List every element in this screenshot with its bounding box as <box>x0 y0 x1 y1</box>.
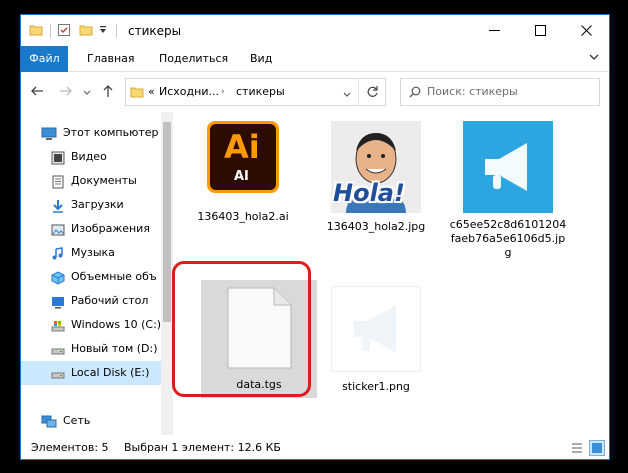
file-name: 136403_hola2.jpg <box>326 220 426 233</box>
selection-info: Выбран 1 элемент: 12.6 КБ <box>124 441 281 454</box>
sidebar-item-drive-d[interactable]: Новый том (D:) <box>21 337 161 361</box>
file-list: Ai AI 136403_hola2.ai Hola! 136403_hola2 <box>173 112 609 435</box>
maximize-button[interactable] <box>517 15 563 46</box>
forward-arrow-icon[interactable] <box>59 84 73 101</box>
title-bar: стикеры <box>21 15 609 46</box>
chevron-right-icon[interactable]: › <box>221 87 225 97</box>
megaphone-thumbnail-icon <box>463 121 553 213</box>
details-view-icon[interactable] <box>569 440 585 456</box>
breadcrumb-segment[interactable]: стикеры <box>236 85 285 98</box>
file-name: sticker1.png <box>342 380 410 393</box>
folder-icon <box>29 23 43 40</box>
up-arrow-icon[interactable] <box>101 84 115 101</box>
sidebar-item-video[interactable]: Видео <box>21 145 161 169</box>
navigation-bar: « Исходни... › стикеры Поиск: стикеры <box>21 72 609 112</box>
documents-folder-icon <box>51 174 65 193</box>
separator <box>116 24 117 38</box>
address-dropdown-icon[interactable] <box>343 89 351 102</box>
back-arrow-icon[interactable] <box>30 84 44 101</box>
illustrator-file-icon: Ai AI <box>207 121 279 193</box>
properties-icon[interactable] <box>57 23 71 40</box>
sidebar-item-this-pc[interactable]: Этот компьютер <box>21 121 161 145</box>
file-item[interactable]: Ai AI 136403_hola2.ai <box>188 118 298 268</box>
3d-objects-icon <box>51 270 65 289</box>
image-thumbnail: Hola! <box>331 121 421 213</box>
explorer-window: стикеры Файл Главная Поделиться Вид « Ис… <box>20 14 610 460</box>
expand-ribbon-icon[interactable] <box>589 52 599 65</box>
tab-file[interactable]: Файл <box>21 46 68 72</box>
sidebar-item-3d-objects[interactable]: Объемные объ <box>21 265 161 289</box>
address-bar[interactable]: « Исходни... › стикеры <box>125 78 386 106</box>
close-button[interactable] <box>563 15 609 46</box>
video-folder-icon <box>51 150 65 169</box>
drive-d-icon <box>51 342 65 361</box>
sidebar-item-drive-e[interactable]: Local Disk (E:) <box>21 361 161 385</box>
minimize-icon <box>488 30 500 31</box>
file-item[interactable]: sticker1.png <box>321 280 431 430</box>
sidebar-item-pictures[interactable]: Изображения <box>21 217 161 241</box>
search-icon <box>409 86 421 101</box>
tab-home[interactable]: Главная <box>77 46 145 72</box>
file-name: 136403_hola2.ai <box>197 210 289 223</box>
refresh-icon[interactable] <box>366 85 379 101</box>
pictures-folder-icon <box>51 222 65 241</box>
sidebar-item-music[interactable]: Музыка <box>21 241 161 265</box>
close-icon <box>580 25 592 36</box>
scrollbar-thumb[interactable] <box>163 122 171 322</box>
sidebar-item-documents[interactable]: Документы <box>21 169 161 193</box>
file-item[interactable]: c65ee52c8d6101204faeb76a5e6106d5.jpg <box>450 118 566 268</box>
search-box[interactable]: Поиск: стикеры <box>400 78 600 106</box>
drive-c-icon <box>51 318 65 337</box>
downloads-icon <box>51 198 65 217</box>
maximize-icon <box>534 25 546 36</box>
file-item-selected[interactable]: data.tgs <box>201 280 317 398</box>
sidebar-item-network[interactable]: Сеть <box>21 409 161 433</box>
search-input[interactable]: Поиск: стикеры <box>427 85 518 98</box>
sticker-thumbnail-icon <box>331 286 421 372</box>
customize-toolbar-icon[interactable] <box>98 25 108 38</box>
recent-locations-icon[interactable] <box>83 87 91 100</box>
folder-icon <box>130 85 144 102</box>
tab-share[interactable]: Поделиться <box>149 46 238 72</box>
new-folder-icon[interactable] <box>79 23 93 40</box>
address-overflow[interactable]: « <box>148 85 155 98</box>
sidebar-scrollbar[interactable] <box>161 112 173 435</box>
generic-file-icon <box>226 287 292 369</box>
computer-icon <box>41 126 57 145</box>
ribbon-tabs: Файл Главная Поделиться Вид <box>21 46 609 72</box>
music-icon <box>51 246 65 265</box>
drive-e-icon <box>51 366 65 385</box>
sidebar-item-downloads[interactable]: Загрузки <box>21 193 161 217</box>
window-title: стикеры <box>128 24 182 38</box>
file-name: data.tgs <box>236 378 282 391</box>
file-item[interactable]: Hola! 136403_hola2.jpg <box>321 118 431 268</box>
tab-view[interactable]: Вид <box>240 46 282 72</box>
separator <box>358 79 359 105</box>
status-bar: Элементов: 5 Выбран 1 элемент: 12.6 КБ <box>21 435 609 459</box>
sidebar-item-desktop[interactable]: Рабочий стол <box>21 289 161 313</box>
file-name: c65ee52c8d6101204faeb76a5e6106d5.jpg <box>449 218 567 259</box>
separator <box>50 24 51 38</box>
desktop-icon <box>51 294 65 313</box>
navigation-pane: Этот компьютер Видео Документы Загрузки … <box>21 112 173 435</box>
breadcrumb-segment[interactable]: Исходни... <box>159 85 219 98</box>
sidebar-item-drive-c[interactable]: Windows 10 (C:) <box>21 313 161 337</box>
item-count: Элементов: 5 <box>31 441 109 454</box>
large-icons-view-icon[interactable] <box>589 440 605 456</box>
network-icon <box>41 414 57 433</box>
minimize-button[interactable] <box>471 15 517 46</box>
